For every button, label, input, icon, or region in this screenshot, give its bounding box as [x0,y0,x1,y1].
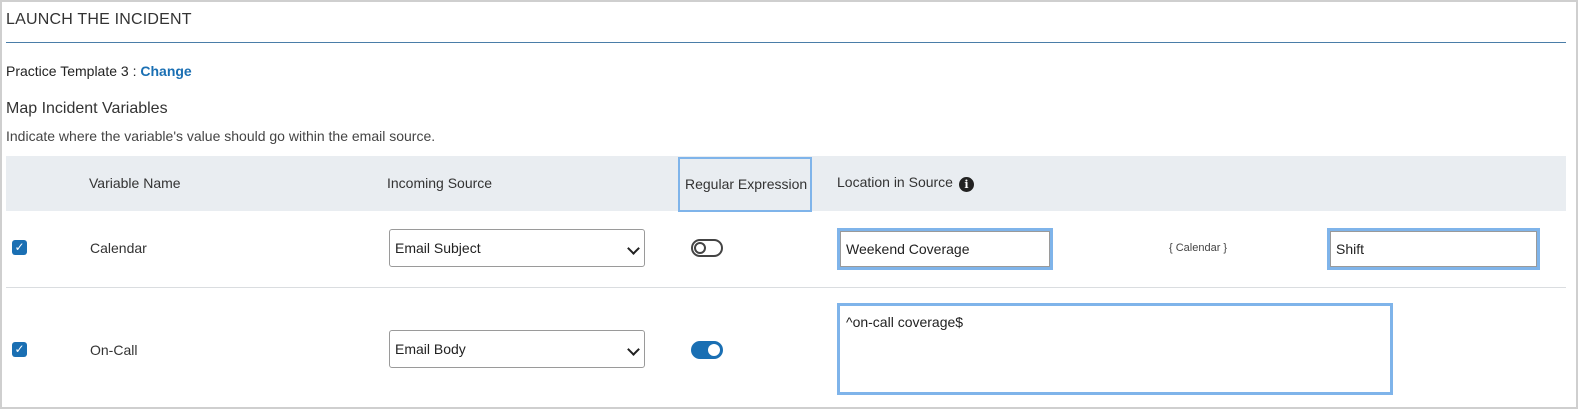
launch-incident-panel: LAUNCH THE INCIDENT Practice Template 3 … [0,0,1578,409]
change-template-link[interactable]: Change [140,63,191,79]
header-incoming-source: Incoming Source [387,175,493,191]
regex-toggle-on-call[interactable] [691,341,723,359]
row-checkbox-calendar[interactable]: ✓ [12,240,27,255]
header-regular-expression-label: Regular Expression [685,176,808,192]
header-location-in-source: Location in Source i [837,174,974,192]
variable-name-on-call: On-Call [90,342,138,358]
table-header: Variable Name Incoming Source Regular Ex… [6,156,1566,212]
location-after-input[interactable] [1327,228,1540,270]
variable-token: { Calendar } [1169,242,1228,254]
variable-name-calendar: Calendar [90,240,147,256]
regex-toggle-calendar[interactable] [691,239,723,257]
select-value: Email Body [395,341,466,357]
section-title: Map Incident Variables [6,100,168,117]
title-divider [6,42,1566,43]
toggle-knob [708,344,720,356]
section-description: Indicate where the variable's value shou… [6,128,436,144]
template-line: Practice Template 3 : Change [6,63,192,79]
incoming-source-select-on-call[interactable]: Email Body [389,330,645,368]
header-location-label: Location in Source [837,174,953,190]
panel-title: LAUNCH THE INCIDENT [6,11,192,28]
regex-textarea[interactable]: ^on-call coverage$ [837,303,1393,395]
chevron-down-icon [627,242,640,255]
header-variable-name: Variable Name [89,175,181,191]
row-divider [6,287,1566,288]
select-value: Email Subject [395,240,481,256]
chevron-down-icon [627,343,640,356]
header-regular-expression[interactable]: Regular Expression [678,157,812,212]
incoming-source-select-calendar[interactable]: Email Subject [389,229,645,267]
info-icon[interactable]: i [958,177,974,192]
template-label: Practice Template 3 : [6,63,137,79]
row-checkbox-on-call[interactable]: ✓ [12,342,27,357]
location-before-input[interactable] [837,228,1053,270]
toggle-knob [694,242,706,254]
